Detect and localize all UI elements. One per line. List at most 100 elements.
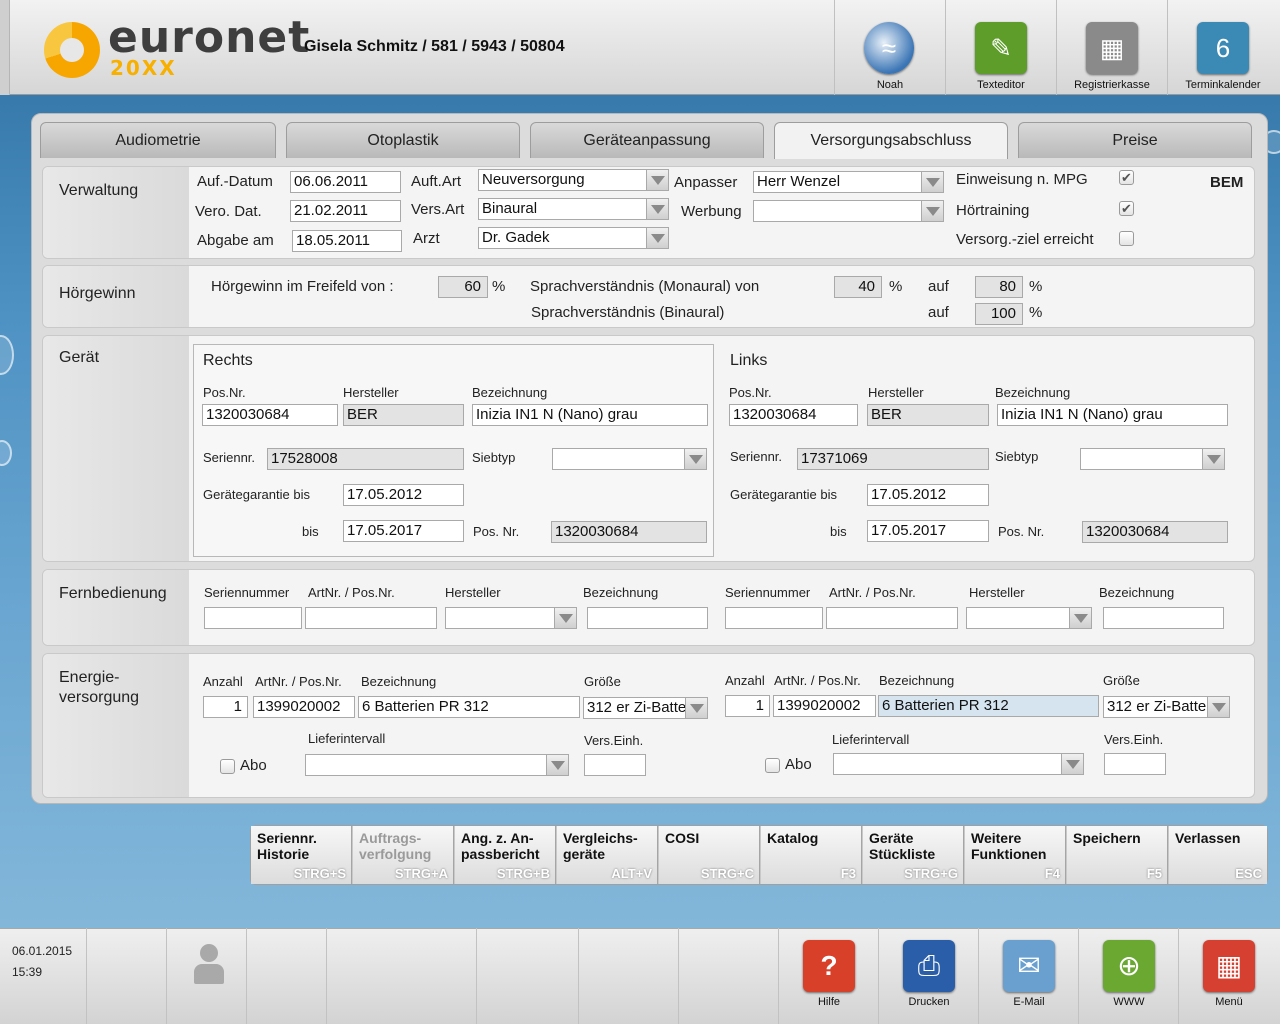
hersteller-label: Hersteller xyxy=(445,585,501,600)
drucken-label: Drucken xyxy=(908,996,950,1008)
rechts-anzahl-field[interactable]: 1 xyxy=(203,696,248,718)
rechts-groesse-select[interactable]: 312 er Zi-Batterie xyxy=(583,697,708,719)
registrierkasse-button[interactable]: ▦ Registrierkasse xyxy=(1056,0,1166,95)
rechts-bezeichnung-field[interactable]: 6 Batterien PR 312 xyxy=(358,696,580,718)
rechts-garantie-field[interactable]: 17.05.2012 xyxy=(343,484,464,506)
artnr-label: ArtNr. / Pos.Nr. xyxy=(774,673,861,688)
speichern-button[interactable]: Speichern F5 xyxy=(1067,826,1168,884)
links-posnr-field[interactable]: 1320030684 xyxy=(729,404,858,426)
links-seriennr-field[interactable]: 17371069 xyxy=(797,448,989,470)
weitere-funktionen-button[interactable]: Weitere Funktionen F4 xyxy=(965,826,1066,884)
section-title: Hörgewinn xyxy=(59,285,136,302)
tab-preise[interactable]: Preise xyxy=(1018,122,1252,158)
posnr2-label: Pos. Nr. xyxy=(998,524,1045,539)
cosi-button[interactable]: COSI STRG+C xyxy=(659,826,760,884)
abgabe-field[interactable]: 18.05.2011 xyxy=(292,230,402,252)
fb-links-bezeichnung-field[interactable] xyxy=(1103,607,1224,629)
seriennr-historie-button[interactable]: Seriennr. Historie STRG+S xyxy=(251,826,352,884)
freifeld-field[interactable]: 60 xyxy=(438,276,488,298)
empty-cell xyxy=(477,928,579,1024)
hoertraining-checkbox[interactable]: ✔ xyxy=(1119,201,1134,216)
bin-label: Sprachverständnis (Binaural) xyxy=(531,304,725,321)
anpassbericht-button[interactable]: Ang. z. An- passbericht STRG+B xyxy=(455,826,556,884)
rechts-posnr2-field[interactable]: 1320030684 xyxy=(551,521,707,543)
tab-audiometrie[interactable]: Audiometrie xyxy=(40,122,276,158)
hilfe-button[interactable]: ? Hilfe xyxy=(778,928,878,1024)
menu-button[interactable]: ▦ Menü xyxy=(1178,928,1280,1024)
menu-grid-icon: ▦ xyxy=(1203,940,1255,992)
chevron-down-icon xyxy=(1061,754,1083,774)
fb-rechts-hersteller-select[interactable] xyxy=(445,607,577,629)
mono-von-field[interactable]: 40 xyxy=(834,276,882,298)
rechts-hersteller-field[interactable]: BER xyxy=(343,404,464,426)
fb-rechts-artnr-field[interactable] xyxy=(305,607,437,629)
groesse-label: Größe xyxy=(584,674,621,689)
rechts-verseinh-field[interactable] xyxy=(584,754,646,776)
links-garantie-field[interactable]: 17.05.2012 xyxy=(867,484,989,506)
links-hersteller-field[interactable]: BER xyxy=(867,404,989,426)
anpasser-select[interactable]: Herr Wenzel xyxy=(753,171,944,193)
links-bis-field[interactable]: 17.05.2017 xyxy=(867,520,989,542)
links-siebtyp-select[interactable] xyxy=(1080,448,1225,470)
auf-label: auf xyxy=(928,304,949,321)
geraete-stueckliste-button[interactable]: Geräte Stückliste STRG+G xyxy=(863,826,964,884)
artnr-label: ArtNr. / Pos.Nr. xyxy=(308,585,395,600)
texteditor-button[interactable]: ✎ Texteditor xyxy=(945,0,1055,95)
drucken-button[interactable]: ⎙ Drucken xyxy=(878,928,978,1024)
www-button[interactable]: ⊕ WWW xyxy=(1078,928,1178,1024)
freifeld-label: Hörgewinn im Freifeld von : xyxy=(211,278,394,295)
rechts-abo-checkbox[interactable] xyxy=(220,759,235,774)
auftart-select[interactable]: Neuversorgung xyxy=(478,169,669,191)
links-anzahl-field[interactable]: 1 xyxy=(725,695,770,717)
vero-dat-field[interactable]: 21.02.2011 xyxy=(290,200,401,222)
links-verseinh-field[interactable] xyxy=(1104,753,1166,775)
rechts-artnr-field[interactable]: 1399020002 xyxy=(253,696,355,718)
email-button[interactable]: ✉ E-Mail xyxy=(978,928,1078,1024)
links-groesse-select[interactable]: 312 er Zi-Batterie xyxy=(1103,696,1230,718)
tab-geraeteanpassung[interactable]: Geräteanpassung xyxy=(530,122,764,158)
tab-versorgungsabschluss[interactable]: Versorgungsabschluss xyxy=(774,122,1008,159)
links-lieferintervall-select[interactable] xyxy=(833,753,1084,775)
werbung-select[interactable] xyxy=(753,200,944,222)
links-posnr2-field[interactable]: 1320030684 xyxy=(1082,521,1228,543)
versart-select[interactable]: Binaural xyxy=(478,198,669,220)
section-title: Fernbedienung xyxy=(59,585,167,602)
rechts-seriennr-field[interactable]: 17528008 xyxy=(267,448,464,470)
fb-rechts-bezeichnung-field[interactable] xyxy=(587,607,708,629)
rechts-posnr-field[interactable]: 1320030684 xyxy=(202,404,338,426)
auftart-label: Auft.Art xyxy=(411,173,462,190)
function-shortcut: F3 xyxy=(840,866,856,881)
hersteller-label: Hersteller xyxy=(343,385,399,400)
noah-button[interactable]: ≈ Noah xyxy=(834,0,944,95)
lieferintervall-label: Lieferintervall xyxy=(832,732,910,747)
vergleichsgeraete-button[interactable]: Vergleichs- geräte ALT+V xyxy=(557,826,658,884)
versorg-checkbox[interactable] xyxy=(1119,231,1134,246)
einweisung-checkbox[interactable]: ✔ xyxy=(1119,170,1134,185)
auftragsverfolgung-button[interactable]: Auftrags- verfolgung STRG+A xyxy=(353,826,454,884)
tab-otoplastik[interactable]: Otoplastik xyxy=(286,122,520,158)
terminkalender-button[interactable]: 6 Terminkalender xyxy=(1167,0,1280,95)
percent-label: % xyxy=(492,278,506,295)
bin-auf-field[interactable]: 100 xyxy=(975,303,1023,325)
rechts-bis-field[interactable]: 17.05.2017 xyxy=(343,520,464,542)
rechts-bezeichnung-field[interactable]: Inizia IN1 N (Nano) grau xyxy=(472,404,708,426)
fb-links-artnr-field[interactable] xyxy=(826,607,958,629)
arzt-select[interactable]: Dr. Gadek xyxy=(478,227,669,249)
rechts-lieferintervall-select[interactable] xyxy=(305,754,569,776)
links-bezeichnung-field[interactable]: 6 Batterien PR 312 xyxy=(878,695,1099,717)
chevron-down-icon xyxy=(646,199,668,219)
fb-links-hersteller-select[interactable] xyxy=(966,607,1092,629)
links-artnr-field[interactable]: 1399020002 xyxy=(773,695,876,717)
auf-datum-field[interactable]: 06.06.2011 xyxy=(290,171,401,193)
mono-auf-field[interactable]: 80 xyxy=(975,276,1023,298)
links-bezeichnung-field[interactable]: Inizia IN1 N (Nano) grau xyxy=(997,404,1228,426)
rechts-siebtyp-select[interactable] xyxy=(552,448,707,470)
fb-rechts-seriennummer-field[interactable] xyxy=(204,607,302,629)
fb-links-seriennummer-field[interactable] xyxy=(725,607,823,629)
verlassen-button[interactable]: Verlassen ESC xyxy=(1169,826,1267,884)
links-abo-checkbox[interactable] xyxy=(765,758,780,773)
chevron-down-icon xyxy=(1207,697,1229,717)
empty-cell xyxy=(87,928,167,1024)
katalog-button[interactable]: Katalog F3 xyxy=(761,826,862,884)
bezeichnung-label: Bezeichnung xyxy=(361,674,437,689)
